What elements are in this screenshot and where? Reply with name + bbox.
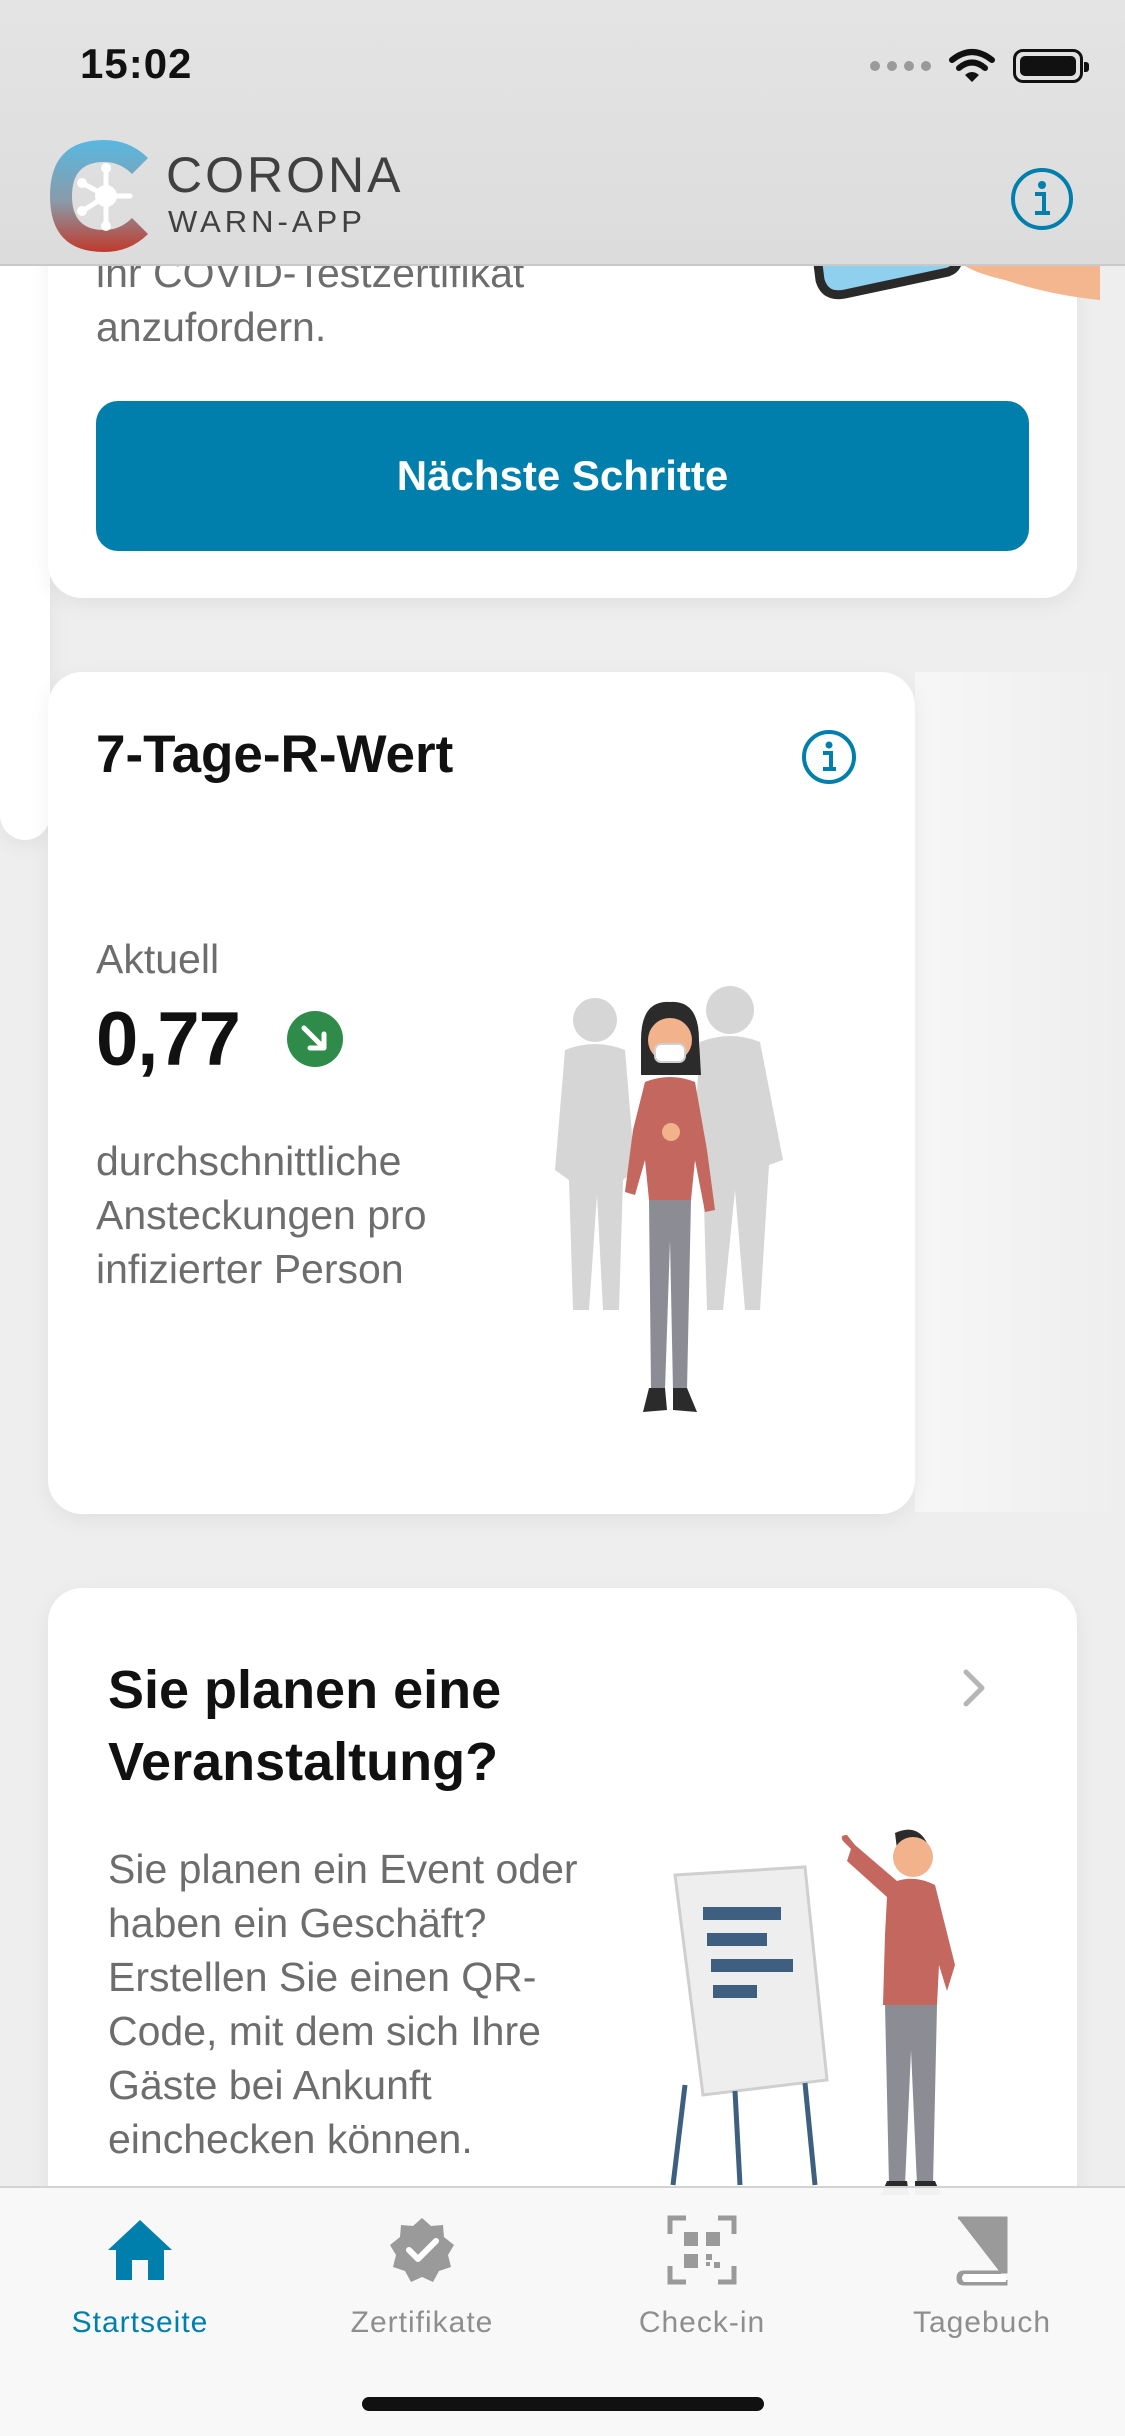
next-steps-button[interactable]: Nächste Schritte	[96, 401, 1029, 551]
card-fade	[915, 672, 1125, 1512]
cellular-signal-icon	[870, 61, 931, 71]
wifi-icon	[949, 49, 995, 82]
tab-label: Check-in	[638, 2306, 766, 2339]
event-card-description: Sie planen ein Event oder haben ein Gesc…	[108, 1846, 578, 2162]
tab-startseite[interactable]: Startseite	[20, 2212, 260, 2352]
r-value-number: 0,77	[96, 997, 241, 1082]
tab-zertifikate[interactable]: Zertifikate	[302, 2212, 542, 2352]
info-icon[interactable]	[800, 728, 858, 786]
brand-subtitle: WARN-APP	[168, 204, 366, 239]
status-icons	[870, 46, 1089, 86]
r-value-description: durchschnittliche Ansteckungen pro infiz…	[96, 1138, 427, 1292]
status-time: 15:02	[80, 40, 193, 87]
event-card-title: Sie planen eine Veranstaltung?	[108, 1660, 502, 1792]
certificate-icon	[390, 2218, 454, 2282]
tab-check-in[interactable]: Check-in	[582, 2212, 822, 2352]
tab-tagebuch[interactable]: Tagebuch	[862, 2212, 1102, 2352]
people-illustration	[555, 986, 783, 1412]
home-indicator[interactable]	[362, 2397, 764, 2411]
trend-down-icon	[287, 1011, 343, 1067]
r-value-title: 7-Tage-R-Wert	[96, 725, 454, 784]
home-icon	[108, 2220, 172, 2280]
header-info-icon[interactable]	[1009, 166, 1075, 232]
diary-book-icon	[956, 2216, 1008, 2286]
tab-label: Startseite	[71, 2306, 209, 2339]
r-value-current-label: Aktuell	[96, 936, 220, 982]
app-header: 15:02 CORONA WARN-APP	[0, 0, 1125, 266]
tab-label: Tagebuch	[912, 2306, 1052, 2339]
battery-icon	[1013, 49, 1089, 83]
corona-warn-app-logo-icon	[50, 140, 148, 252]
brand-name: CORONA	[166, 147, 404, 203]
chevron-right-icon[interactable]	[956, 1666, 992, 1710]
tab-label: Zertifikate	[350, 2306, 494, 2339]
presenter-illustration	[670, 1829, 955, 2195]
qr-scan-icon	[667, 2215, 737, 2285]
